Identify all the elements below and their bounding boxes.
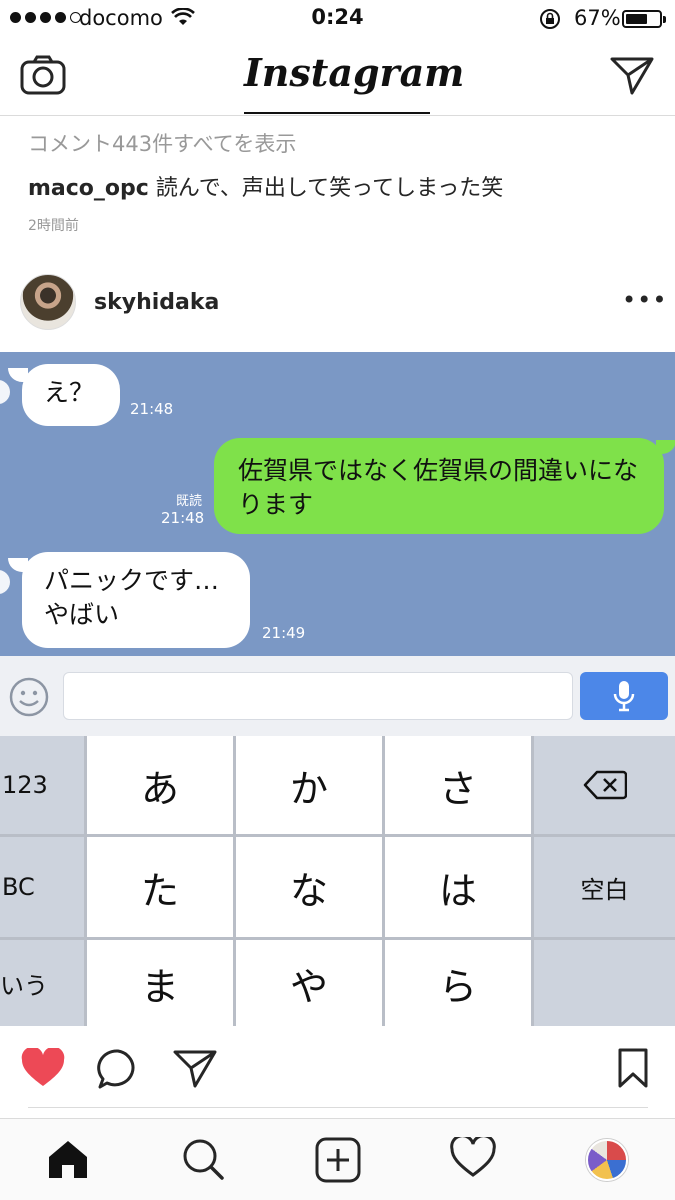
- camera-icon[interactable]: [20, 55, 66, 95]
- message-time: 21:48: [161, 509, 205, 527]
- key-sa[interactable]: さ: [385, 736, 531, 834]
- battery-percent: 67%: [574, 6, 621, 30]
- comment-text: 読んで、声出して笑ってしまった笑: [148, 176, 504, 201]
- instagram-logo: Instagram: [244, 50, 464, 114]
- key-ma[interactable]: ま: [87, 940, 233, 1026]
- microphone-icon: [613, 681, 635, 712]
- key-ha[interactable]: は: [385, 837, 531, 937]
- key-ka[interactable]: か: [236, 736, 382, 834]
- avatar[interactable]: [20, 274, 76, 330]
- instagram-header: Instagram: [0, 38, 675, 116]
- backspace-icon: [583, 770, 627, 800]
- bottom-tab-bar: [0, 1118, 675, 1200]
- key-na[interactable]: な: [236, 837, 382, 937]
- chat-line: やばい: [44, 600, 120, 629]
- key-a[interactable]: あ: [87, 736, 233, 834]
- chat-bubble-received: え？: [22, 364, 120, 426]
- chat-bubble-received: パニックです… やばい: [22, 552, 250, 648]
- message-time: 21:49: [262, 624, 306, 642]
- post-time-ago: 2時間前: [28, 218, 79, 234]
- chat-input-bar: [0, 656, 675, 736]
- comment-icon[interactable]: [97, 1048, 139, 1090]
- message-input[interactable]: [63, 672, 573, 720]
- direct-send-icon[interactable]: [610, 55, 654, 95]
- chat-avatar-partial: [0, 380, 10, 404]
- key-empty[interactable]: [534, 940, 675, 1026]
- activity-heart-icon[interactable]: [450, 1137, 496, 1179]
- profile-avatar[interactable]: [586, 1139, 628, 1181]
- key-alphabet[interactable]: BC: [0, 837, 84, 937]
- comment-username[interactable]: maco_opc: [28, 176, 149, 201]
- battery-fill: [626, 14, 648, 24]
- search-icon[interactable]: [181, 1137, 225, 1181]
- view-all-comments-link[interactable]: コメント443件すべてを表示: [28, 128, 296, 158]
- comment: maco_opc 読んで、声出して笑ってしまった笑: [28, 170, 503, 202]
- bookmark-icon[interactable]: [618, 1048, 648, 1088]
- key-space[interactable]: 空白: [534, 837, 675, 937]
- key-ya[interactable]: や: [236, 940, 382, 1026]
- home-icon[interactable]: [46, 1137, 90, 1181]
- chat-line: パニックです…: [44, 566, 220, 595]
- share-icon[interactable]: [173, 1048, 217, 1088]
- post-action-row: [0, 1026, 675, 1118]
- status-bar: docomo 0:24 67%: [0, 0, 675, 38]
- mic-button[interactable]: [580, 672, 668, 720]
- key-numbers[interactable]: 123: [0, 736, 84, 834]
- chat-bubble-sent: 佐賀県ではなく佐賀県の間違いになります: [214, 438, 664, 534]
- key-ta[interactable]: た: [87, 837, 233, 937]
- key-kana[interactable]: いう: [0, 940, 84, 1026]
- read-receipt: 既読: [176, 494, 203, 509]
- message-time: 21:48: [130, 400, 174, 418]
- post-header: skyhidaka •••: [0, 272, 675, 336]
- chat-avatar-partial: [0, 570, 10, 594]
- divider: [28, 1107, 648, 1108]
- delete-key[interactable]: [534, 736, 675, 834]
- add-icon[interactable]: [315, 1137, 361, 1183]
- post-username[interactable]: skyhidaka: [94, 290, 219, 315]
- battery-icon: [622, 10, 666, 28]
- emoji-icon[interactable]: [8, 676, 50, 718]
- key-ra[interactable]: ら: [385, 940, 531, 1026]
- rotation-lock-icon: [540, 9, 560, 29]
- heart-filled-icon[interactable]: [20, 1048, 66, 1088]
- post-image-chat-screenshot: え？ 21:48 佐賀県ではなく佐賀県の間違いになります 既読 21:48 パニ…: [0, 352, 675, 656]
- japanese-keyboard: 123 あ か さ BC た な は 空白 いう ま や ら: [0, 736, 675, 1026]
- more-options-icon[interactable]: •••: [622, 286, 667, 314]
